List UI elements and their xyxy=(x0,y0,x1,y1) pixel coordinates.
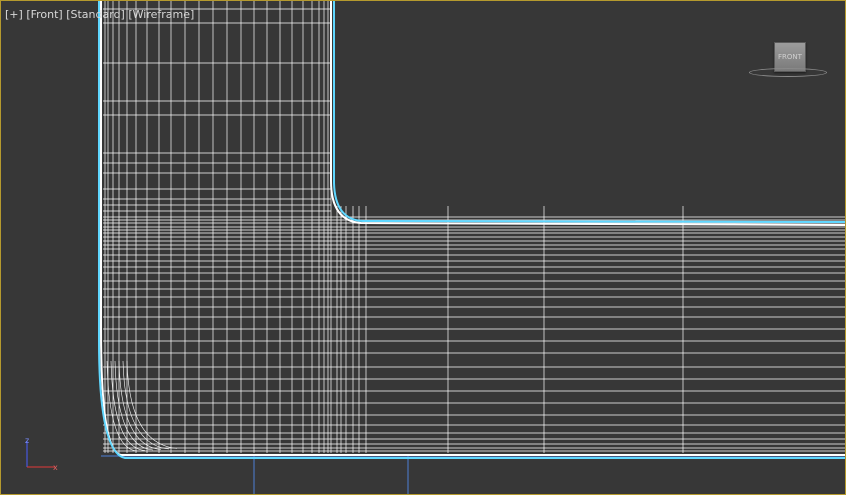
viewport-label-menu[interactable]: [+] [Front] [Standard] [Wireframe] xyxy=(5,8,194,21)
viewport-shading-menu[interactable]: [Wireframe] xyxy=(128,8,194,21)
selection-outline xyxy=(333,1,845,223)
x-axis-label: x xyxy=(53,463,58,472)
viewport-standard-menu[interactable]: [Standard] xyxy=(66,8,125,21)
z-axis-label: z xyxy=(25,436,29,445)
viewport-plus-menu[interactable]: [+] xyxy=(5,8,23,21)
selection-outline xyxy=(98,1,845,459)
wireframe-mesh[interactable] xyxy=(1,1,846,495)
mesh-inner-contour xyxy=(330,1,845,226)
axis-tripod-icon: z x xyxy=(25,436,58,472)
front-viewport[interactable]: [+] [Front] [Standard] [Wireframe] FRONT… xyxy=(0,0,846,495)
fillet-edge xyxy=(110,360,146,451)
fillet-edge xyxy=(122,360,170,450)
viewcube-compass-ring[interactable] xyxy=(749,68,827,77)
viewport-point-of-view-menu[interactable]: [Front] xyxy=(26,8,62,21)
fillet-edge xyxy=(118,360,162,450)
fillet-edge xyxy=(126,360,178,449)
